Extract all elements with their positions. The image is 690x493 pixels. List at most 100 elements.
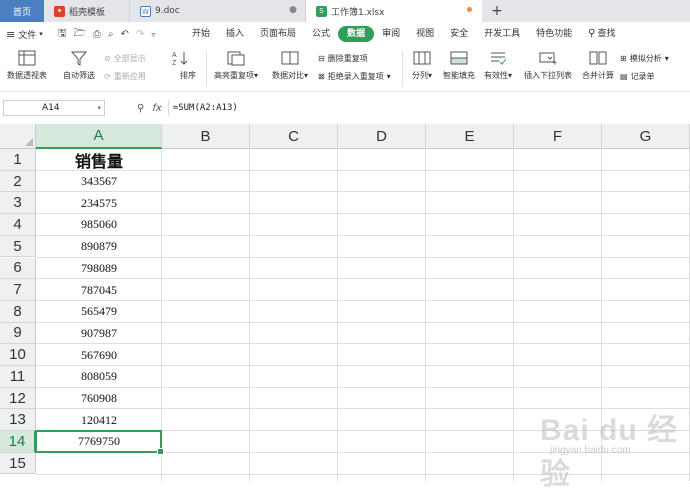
row-header-4[interactable]: 4 bbox=[0, 214, 36, 236]
row-header-1[interactable]: 1 bbox=[0, 149, 36, 171]
remove-duplicates-button[interactable]: ⊟ 删除重复项 bbox=[318, 53, 368, 64]
smart-fill-button[interactable]: 智能填充 bbox=[441, 50, 477, 81]
column-header-f[interactable]: F bbox=[514, 124, 602, 149]
menu-formulas[interactable]: 公式 bbox=[304, 26, 338, 42]
cell-a3[interactable]: 234575 bbox=[36, 192, 162, 214]
record-form-button[interactable]: ▤ 记录单 bbox=[620, 71, 655, 82]
formula-bar: A14 ▾ ⚲ fx =SUM(A2:A13) bbox=[0, 97, 690, 119]
chevron-down-icon: ▾ bbox=[664, 54, 669, 63]
name-box-value: A14 bbox=[42, 103, 60, 113]
cell-a2[interactable]: 343567 bbox=[36, 171, 162, 193]
menu-home[interactable]: 开始 bbox=[184, 26, 218, 42]
menu-features[interactable]: 特色功能 bbox=[528, 26, 580, 42]
menu-developer[interactable]: 开发工具 bbox=[476, 26, 528, 42]
close-icon[interactable]: ● bbox=[289, 5, 297, 15]
row-header-6[interactable]: 6 bbox=[0, 257, 36, 280]
row-header-13[interactable]: 13 bbox=[0, 409, 36, 432]
column-header-a[interactable]: A bbox=[36, 124, 162, 149]
cell-a7[interactable]: 787045 bbox=[36, 279, 162, 301]
text-to-columns-button[interactable]: 分列▾ bbox=[407, 50, 437, 81]
save-icon[interactable]: 🖫 bbox=[58, 26, 67, 43]
row-header-12[interactable]: 12 bbox=[0, 387, 36, 410]
consolidate-button[interactable]: 合并计算 bbox=[580, 50, 616, 81]
column-header-d[interactable]: D bbox=[338, 124, 426, 149]
cell-a9[interactable]: 907987 bbox=[36, 323, 162, 345]
row-header-8[interactable]: 8 bbox=[0, 300, 36, 323]
column-header-g[interactable]: G bbox=[602, 124, 690, 149]
file-menu[interactable]: ≡ 文件 ▾ bbox=[0, 28, 54, 41]
menu-review[interactable]: 审阅 bbox=[374, 26, 408, 42]
chevron-down-icon: ▾ bbox=[97, 104, 101, 112]
insert-dropdown-button[interactable]: + 插入下拉列表 bbox=[522, 50, 574, 81]
chevron-down-icon: ▾ bbox=[386, 72, 391, 81]
menu-page-layout[interactable]: 页面布局 bbox=[252, 26, 304, 42]
data-compare-button[interactable]: 数据对比▾ bbox=[268, 50, 312, 81]
reject-duplicates-button[interactable]: ⊠ 拒绝录入重复项 ▾ bbox=[318, 71, 391, 82]
row-header-7[interactable]: 7 bbox=[0, 279, 36, 301]
redo-icon[interactable]: ↷ bbox=[136, 29, 144, 40]
cell-a8[interactable]: 565479 bbox=[36, 301, 162, 323]
undo-icon[interactable]: ↶ bbox=[121, 29, 129, 40]
row-header-3[interactable]: 3 bbox=[0, 192, 36, 215]
tab-workbook[interactable]: S 工作簿1.xlsx bbox=[306, 0, 482, 22]
column-gridline bbox=[425, 149, 426, 481]
row-header-2[interactable]: 2 bbox=[0, 170, 36, 193]
pivot-table-button[interactable]: 数据透视表 bbox=[4, 50, 50, 81]
print-preview-icon[interactable]: ⌕ bbox=[108, 29, 114, 40]
split-label: 分列 bbox=[411, 71, 428, 80]
select-all-corner[interactable] bbox=[0, 124, 36, 149]
row-header-15[interactable]: 15 bbox=[0, 452, 36, 475]
tab-home[interactable]: 首页 bbox=[0, 0, 44, 22]
tab-9doc[interactable]: W 9.doc ● bbox=[130, 0, 306, 22]
reapply-button[interactable]: ⟳ 重新应用 bbox=[104, 71, 146, 82]
column-header-b[interactable]: B bbox=[162, 124, 250, 149]
row-header-5[interactable]: 5 bbox=[0, 235, 36, 258]
column-header-e[interactable]: E bbox=[426, 124, 514, 149]
cell-a12[interactable]: 760908 bbox=[36, 388, 162, 410]
menu-insert[interactable]: 插入 bbox=[218, 26, 252, 42]
cell-a13[interactable]: 120412 bbox=[36, 409, 162, 431]
tab-docer-label: 稻壳模板 bbox=[69, 7, 106, 18]
cell-a15[interactable] bbox=[36, 453, 162, 475]
row-header-11[interactable]: 11 bbox=[0, 366, 36, 388]
customize-icon[interactable]: ▿ bbox=[151, 30, 155, 39]
new-tab-button[interactable]: + bbox=[482, 0, 512, 22]
print-icon[interactable]: ⎙ bbox=[93, 29, 101, 40]
highlight-duplicates-icon bbox=[227, 51, 245, 66]
show-all-icon: ⊘ bbox=[104, 54, 111, 63]
smart-fill-label: 智能填充 bbox=[443, 71, 475, 80]
name-box[interactable]: A14 ▾ bbox=[3, 100, 105, 116]
cell-a6[interactable]: 798089 bbox=[36, 258, 162, 280]
what-if-analysis-button[interactable]: ⊞ 模拟分析 ▾ bbox=[620, 53, 669, 64]
autofilter-button[interactable]: 自动筛选 bbox=[60, 50, 98, 81]
cell-a10[interactable]: 567690 bbox=[36, 344, 162, 366]
svg-text:A: A bbox=[172, 52, 177, 59]
cell-a5[interactable]: 890879 bbox=[36, 236, 162, 258]
search-button[interactable]: ⚲ 查找 bbox=[580, 26, 623, 42]
tab-docer[interactable]: ✦ 稻壳模板 bbox=[44, 0, 130, 22]
plus-icon: + bbox=[491, 3, 503, 19]
tab-workbook-label: 工作簿1.xlsx bbox=[331, 7, 385, 18]
validity-button[interactable]: 有效性▾ bbox=[482, 50, 514, 81]
sort-button[interactable]: AZ 排序 bbox=[160, 50, 200, 81]
tab-9doc-label: 9.doc bbox=[155, 6, 180, 16]
fx-icon[interactable]: fx bbox=[152, 103, 161, 114]
open-folder-icon[interactable]: 🗁 bbox=[74, 26, 86, 43]
highlight-duplicates-button[interactable]: 高亮重复项▾ bbox=[211, 50, 261, 81]
unsaved-dot-icon[interactable] bbox=[467, 7, 472, 12]
zoom-magnifier-icon[interactable]: ⚲ bbox=[137, 103, 144, 114]
menu-security[interactable]: 安全 bbox=[442, 26, 476, 42]
search-label: 查找 bbox=[597, 29, 616, 39]
menu-view[interactable]: 视图 bbox=[408, 26, 442, 42]
cell-a4[interactable]: 985060 bbox=[36, 214, 162, 236]
row-header-9[interactable]: 9 bbox=[0, 322, 36, 345]
row-header-10[interactable]: 10 bbox=[0, 344, 36, 366]
menu-data[interactable]: 数据 bbox=[338, 26, 375, 42]
cell-a11[interactable]: 808059 bbox=[36, 366, 162, 388]
column-header-c[interactable]: C bbox=[250, 124, 338, 149]
formula-input[interactable]: =SUM(A2:A13) bbox=[167, 100, 238, 116]
cell-a1[interactable]: 销售量 bbox=[36, 149, 162, 171]
show-all-button[interactable]: ⊘ 全部显示 bbox=[104, 53, 146, 64]
validity-label: 有效性 bbox=[483, 71, 508, 80]
row-header-14[interactable]: 14 bbox=[0, 431, 36, 453]
